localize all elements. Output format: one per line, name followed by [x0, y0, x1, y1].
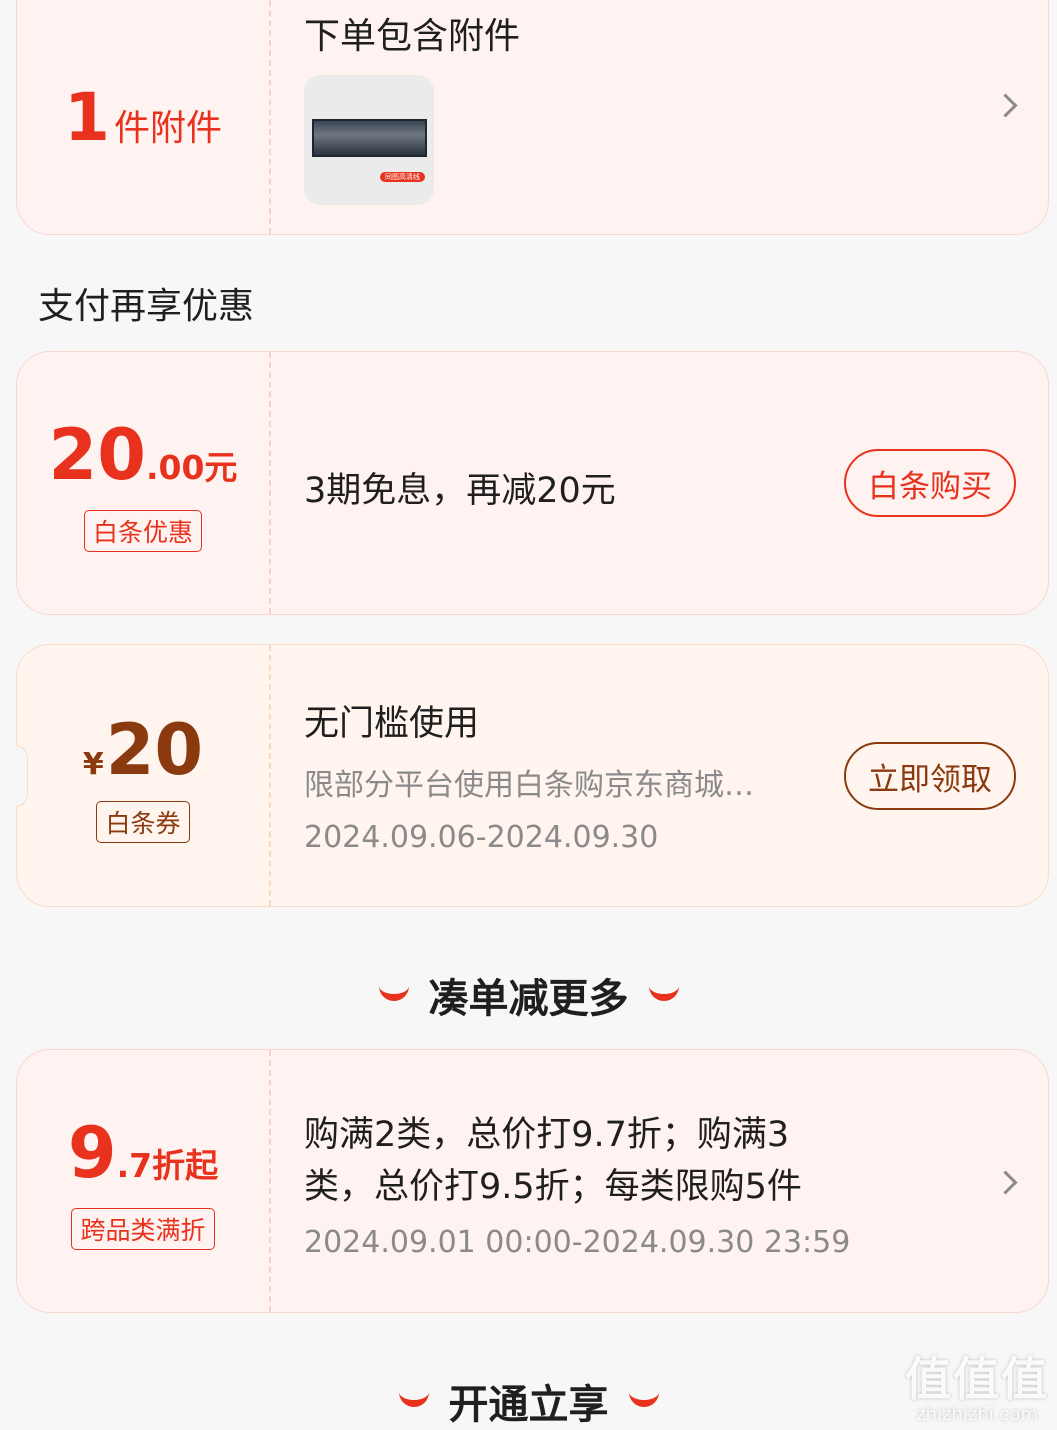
- thumb-badge: 同图高清线: [380, 172, 425, 182]
- smile-deco-icon: [648, 978, 679, 1001]
- open-section-header: 开通立享: [0, 1372, 1057, 1430]
- baitiao-discount-card[interactable]: 20 .00元 白条优惠 3期免息，再减20元 白条购买: [16, 351, 1049, 615]
- cross-category-tag: 跨品类满折: [71, 1208, 215, 1250]
- card-divider: [269, 352, 271, 614]
- coupon-subtitle: 限部分平台使用白条购京东商城…: [304, 768, 754, 803]
- accessory-count-block: 1 件附件: [17, 0, 269, 234]
- promo-line-2: 类，总价打9.5折；每类限购5件: [304, 1167, 802, 1207]
- discount-amount-dec: .00元: [145, 448, 238, 487]
- discount-rate-block: 9 .7折起 跨品类满折: [17, 1050, 269, 1312]
- coupon-title: 无门槛使用: [304, 704, 480, 744]
- promo-line-1: 购满2类，总价打9.7折；购满3: [304, 1115, 790, 1155]
- pay-section-title: 支付再享优惠: [38, 286, 255, 327]
- baitiao-discount-tag: 白条优惠: [83, 510, 202, 552]
- coupon-amount-block: ¥ 20 白条券: [17, 645, 269, 906]
- card-divider: [269, 1050, 271, 1312]
- accessory-thumbnail[interactable]: 同图高清线: [304, 75, 434, 205]
- coupon-date-range: 2024.09.06-2024.09.30: [304, 820, 659, 855]
- baitiao-coupon-tag: 白条券: [96, 800, 190, 843]
- accessory-count: 1: [64, 79, 110, 156]
- promo-date-range: 2024.09.01 00:00-2024.09.30 23:59: [304, 1225, 851, 1260]
- chevron-right-icon[interactable]: [993, 93, 1018, 118]
- coupon-currency: ¥: [82, 746, 104, 782]
- card-divider: [269, 0, 271, 234]
- smile-deco-icon: [628, 1384, 659, 1407]
- open-section-title: 开通立享: [448, 1382, 609, 1428]
- product-image: [312, 119, 427, 157]
- discount-desc: 3期免息，再减20元: [304, 471, 616, 511]
- card-divider: [269, 645, 271, 906]
- chevron-right-icon[interactable]: [993, 1170, 1018, 1195]
- discount-amount-int: 20: [48, 414, 146, 496]
- discount-amount-block: 20 .00元 白条优惠: [17, 352, 269, 614]
- accessory-card[interactable]: 1 件附件 下单包含附件 同图高清线: [16, 0, 1049, 235]
- cross-category-discount-card[interactable]: 9 .7折起 跨品类满折 购满2类，总价打9.7折；购满3 类，总价打9.5折；…: [16, 1049, 1049, 1313]
- watermark-site: zhizhizhi.com: [916, 1404, 1038, 1425]
- smile-deco-icon: [398, 1384, 429, 1407]
- accessory-count-unit: 件附件: [113, 108, 222, 149]
- bundle-section-title: 凑单减更多: [428, 976, 629, 1022]
- watermark-logo: 值值值: [905, 1352, 1049, 1406]
- claim-now-button[interactable]: 立即领取: [844, 742, 1016, 810]
- bundle-section-header: 凑单减更多: [0, 966, 1057, 1024]
- discount-rate-int: 9: [67, 1112, 117, 1194]
- baitiao-coupon-card[interactable]: ¥ 20 白条券 无门槛使用 限部分平台使用白条购京东商城… 2024.09.0…: [15, 644, 1049, 907]
- coupon-amount: 20: [105, 708, 204, 791]
- accessory-title: 下单包含附件: [304, 16, 521, 57]
- discount-rate-rest: .7折起: [116, 1146, 219, 1185]
- smile-deco-icon: [378, 978, 409, 1001]
- baitiao-buy-button[interactable]: 白条购买: [844, 449, 1016, 517]
- watermark: 值值值 zhizhizhi.com: [905, 1354, 1049, 1425]
